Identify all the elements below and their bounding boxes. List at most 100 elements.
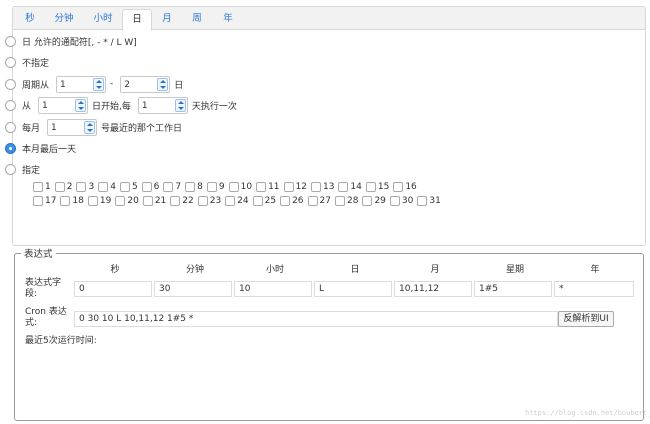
checkbox[interactable] <box>170 196 181 206</box>
tab-hour[interactable]: 小时 <box>85 9 121 30</box>
checkbox[interactable] <box>256 182 267 192</box>
day-checkbox[interactable]: 12 <box>283 180 307 194</box>
radio-period[interactable] <box>5 78 16 90</box>
year-field[interactable]: * <box>554 281 634 297</box>
period-to-stepper[interactable]: 2 <box>120 75 171 93</box>
stepper-arrows-icon[interactable] <box>174 98 186 112</box>
tab-day[interactable]: 日 <box>122 9 152 31</box>
radio-unspecified[interactable] <box>5 56 16 68</box>
option-period[interactable]: 周期从 1 - 2 日 <box>5 75 183 93</box>
day-checkbox[interactable]: 16 <box>393 180 417 194</box>
second-field[interactable]: 0 <box>74 281 152 297</box>
day-checkbox[interactable]: 13 <box>310 180 334 194</box>
checkbox[interactable] <box>280 196 291 206</box>
day-checkbox[interactable]: 8 <box>185 180 203 194</box>
day-checkbox[interactable]: 1 <box>33 180 51 194</box>
checkbox[interactable] <box>365 182 376 192</box>
day-checkbox[interactable]: 24 <box>225 194 249 208</box>
cron-expression-input[interactable]: 0 30 10 L 10,11,12 1#5 * <box>74 311 558 327</box>
option-last-day[interactable]: 本月最后一天 <box>5 139 76 157</box>
checkbox[interactable] <box>393 182 404 192</box>
checkbox[interactable] <box>98 182 109 192</box>
option-unspecified[interactable]: 不指定 <box>5 53 49 71</box>
checkbox[interactable] <box>185 182 196 192</box>
checkbox[interactable] <box>141 182 152 192</box>
day-checkbox[interactable]: 29 <box>362 194 386 208</box>
day-checkbox[interactable]: 30 <box>389 194 413 208</box>
checkbox[interactable] <box>87 196 98 206</box>
day-checkbox[interactable]: 11 <box>256 180 280 194</box>
day-checkbox[interactable]: 14 <box>338 180 362 194</box>
stepper-arrows-icon[interactable] <box>93 77 105 91</box>
day-checkbox[interactable]: 2 <box>54 180 72 194</box>
checkbox[interactable] <box>310 182 321 192</box>
stepper-arrows-icon[interactable] <box>157 77 169 91</box>
day-checkbox[interactable]: 19 <box>87 194 111 208</box>
radio-wildcard[interactable] <box>5 35 16 47</box>
tab-week[interactable]: 周 <box>183 9 211 30</box>
start-stepper[interactable]: 1 <box>38 96 89 114</box>
checkbox[interactable] <box>197 196 208 206</box>
checkbox[interactable] <box>76 182 87 192</box>
day-checkbox[interactable]: 21 <box>142 194 166 208</box>
day-checkbox[interactable]: 4 <box>98 180 116 194</box>
checkbox[interactable] <box>206 182 217 192</box>
checkbox[interactable] <box>225 196 236 206</box>
checkbox[interactable] <box>283 182 294 192</box>
day-checkbox[interactable]: 20 <box>115 194 139 208</box>
checkbox[interactable] <box>334 196 345 206</box>
day-checkbox[interactable]: 31 <box>417 194 441 208</box>
monthly-stepper[interactable]: 1 <box>47 118 98 136</box>
checkbox[interactable] <box>362 196 373 206</box>
radio-monthly-weekday[interactable] <box>5 121 16 133</box>
day-checkbox[interactable]: 5 <box>119 180 138 194</box>
checkbox[interactable] <box>307 196 318 206</box>
tab-month[interactable]: 月 <box>154 9 180 30</box>
day-checkbox[interactable]: 7 <box>163 180 181 194</box>
stepper-arrows-icon[interactable] <box>75 98 87 112</box>
checkbox[interactable] <box>389 196 400 206</box>
checkbox[interactable] <box>252 196 263 206</box>
option-specify[interactable]: 指定 <box>5 160 40 178</box>
tab-second[interactable]: 秒 <box>17 9 43 30</box>
day-checkbox[interactable]: 25 <box>252 194 276 208</box>
day-checkbox[interactable]: 26 <box>280 194 304 208</box>
radio-last-day[interactable] <box>5 142 16 154</box>
checkbox[interactable] <box>417 196 428 206</box>
parse-to-ui-button[interactable]: 反解析到UI <box>558 311 614 327</box>
option-wildcard[interactable]: 日 允许的通配符[, - * / L W] <box>5 32 137 50</box>
day-checkbox[interactable]: 17 <box>33 194 56 208</box>
checkbox[interactable] <box>338 182 349 192</box>
day-checkbox[interactable]: 22 <box>170 194 194 208</box>
day-checkbox[interactable]: 9 <box>206 180 225 194</box>
day-checkbox[interactable]: 23 <box>197 194 221 208</box>
period-from-stepper[interactable]: 1 <box>56 75 107 93</box>
option-start-every[interactable]: 从 1 日开始,每 1 天执行一次 <box>5 96 237 114</box>
checkbox[interactable] <box>163 182 174 192</box>
radio-specify[interactable] <box>5 163 16 175</box>
day-checkbox[interactable]: 10 <box>228 180 252 194</box>
checkbox[interactable] <box>115 196 126 206</box>
weekday-field[interactable]: 1#5 <box>474 281 552 297</box>
tab-minute[interactable]: 分钟 <box>46 9 82 30</box>
day-checkbox[interactable]: 18 <box>60 194 84 208</box>
checkbox[interactable] <box>33 196 43 206</box>
checkbox[interactable] <box>119 182 130 192</box>
checkbox[interactable] <box>228 182 239 192</box>
tab-year[interactable]: 年 <box>214 9 242 30</box>
day-field[interactable]: L <box>314 281 392 297</box>
day-checkbox[interactable]: 3 <box>76 180 94 194</box>
day-checkbox[interactable]: 6 <box>141 180 159 194</box>
checkbox[interactable] <box>54 182 65 192</box>
month-field[interactable]: 10,11,12 <box>394 281 472 297</box>
radio-start-every[interactable] <box>5 99 16 111</box>
minute-field[interactable]: 30 <box>154 281 232 297</box>
checkbox[interactable] <box>60 196 71 206</box>
stepper-arrows-icon[interactable] <box>84 120 96 134</box>
day-checkbox[interactable]: 28 <box>334 194 358 208</box>
option-monthly-weekday[interactable]: 每月 1 号最近的那个工作日 <box>5 118 182 136</box>
checkbox[interactable] <box>142 196 153 206</box>
checkbox[interactable] <box>33 182 43 192</box>
day-checkbox[interactable]: 27 <box>307 194 331 208</box>
hour-field[interactable]: 10 <box>234 281 312 297</box>
